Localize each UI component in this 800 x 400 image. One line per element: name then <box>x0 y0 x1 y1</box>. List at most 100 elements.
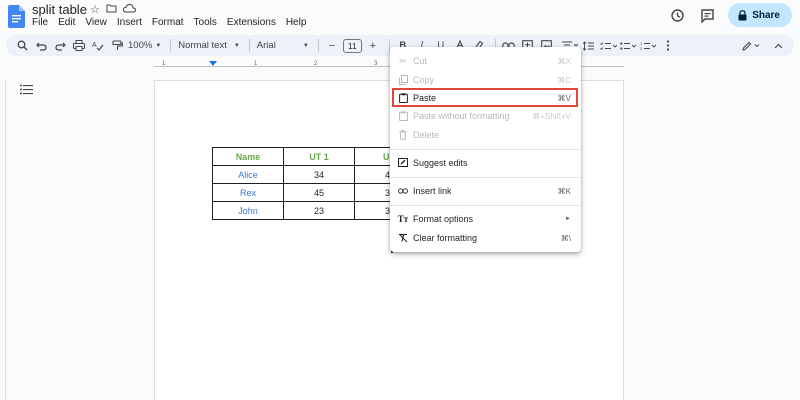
font-dropdown[interactable]: Arial ▼ <box>257 40 309 51</box>
menu-item-label: Cut <box>413 56 428 66</box>
menu-item-copy[interactable]: Copy ⌘C <box>390 71 581 89</box>
clipboard-icon <box>398 93 408 103</box>
document-title[interactable]: split table <box>32 2 87 17</box>
menu-help[interactable]: Help <box>286 17 307 28</box>
paint-format-icon[interactable] <box>109 37 125 55</box>
table-cell[interactable]: 45 <box>283 183 355 202</box>
share-label: Share <box>752 9 780 21</box>
menu-item-clear-formatting[interactable]: Clear formatting ⌘\ <box>390 229 581 247</box>
svg-text:A: A <box>92 42 97 49</box>
zoom-dropdown[interactable]: 100% ▼ <box>128 40 161 51</box>
font-size-input[interactable]: 11 <box>342 38 362 53</box>
menu-item-paste-without-formatting[interactable]: Paste without formatting ⌘+Shift+V <box>390 107 581 125</box>
link-icon <box>398 186 408 196</box>
zoom-value: 100% <box>128 40 153 51</box>
menu-item-shortcut: ⌘X <box>557 56 571 66</box>
comments-icon[interactable] <box>698 6 716 24</box>
cloud-status-icon[interactable] <box>122 3 136 16</box>
table-cell[interactable]: 34 <box>283 165 355 184</box>
context-menu: ✂ Cut ⌘X Copy ⌘C Paste ⌘V Paste without … <box>390 47 581 252</box>
document-outline-icon[interactable] <box>20 84 34 96</box>
increase-font-size-button[interactable]: + <box>365 37 381 55</box>
menu-format[interactable]: Format <box>152 17 184 28</box>
table-cell[interactable]: Alice <box>212 165 284 184</box>
suggest-icon <box>398 158 408 168</box>
menu-item-delete[interactable]: Delete <box>390 126 581 144</box>
table-cell[interactable]: Rex <box>212 183 284 202</box>
scissors-icon: ✂ <box>399 55 407 66</box>
menu-insert[interactable]: Insert <box>117 17 142 28</box>
folder-move-icon[interactable] <box>106 3 117 16</box>
menu-extensions[interactable]: Extensions <box>227 17 276 28</box>
hide-menus-icon[interactable] <box>770 37 786 55</box>
menu-divider <box>390 177 581 178</box>
menu-item-suggest-edits[interactable]: Suggest edits <box>390 154 581 172</box>
line-spacing-icon[interactable] <box>581 37 597 55</box>
menu-tools[interactable]: Tools <box>194 17 217 28</box>
menu-item-label: Clear formatting <box>413 233 478 243</box>
numbered-list-icon[interactable]: 12 <box>640 37 657 55</box>
menu-item-insert-link[interactable]: Insert link ⌘K <box>390 182 581 200</box>
menu-item-label: Delete <box>413 130 440 140</box>
menu-item-shortcut: ⌘\ <box>560 233 571 243</box>
docs-logo-icon[interactable] <box>8 5 25 28</box>
table-cell[interactable]: John <box>212 201 284 220</box>
bulleted-list-icon[interactable] <box>619 37 637 55</box>
menu-item-shortcut: ⌘K <box>557 186 571 196</box>
ruler-number: 1 <box>254 61 258 67</box>
menu-item-label: Insert link <box>413 186 452 196</box>
menu-item-shortcut: ⌘C <box>557 75 571 85</box>
format-icon: Tт <box>397 214 409 224</box>
search-menus-icon[interactable] <box>14 37 30 55</box>
menu-item-shortcut: ⌘+Shift+V <box>532 111 571 121</box>
decrease-font-size-button[interactable]: − <box>324 37 340 55</box>
menu-item-label: Paste <box>413 93 437 103</box>
print-icon[interactable] <box>71 37 87 55</box>
menu-bar: File Edit View Insert Format Tools Exten… <box>32 17 306 28</box>
menu-divider <box>390 205 581 206</box>
star-icon[interactable]: ☆ <box>90 3 100 16</box>
editing-mode-icon[interactable] <box>742 37 762 55</box>
chevron-down-icon: ▼ <box>302 42 309 49</box>
table-cell[interactable]: 23 <box>283 201 355 220</box>
menu-divider <box>390 149 581 150</box>
menu-item-label: Suggest edits <box>413 158 468 168</box>
menu-edit[interactable]: Edit <box>58 17 75 28</box>
menu-item-label: Format options <box>413 214 474 224</box>
copy-icon <box>398 75 408 85</box>
trash-icon <box>398 130 408 140</box>
menu-item-shortcut: ⌘V <box>557 93 571 103</box>
menu-item-label: Paste without formatting <box>413 111 510 121</box>
font-value: Arial <box>256 40 276 51</box>
column-header[interactable]: Name <box>212 147 284 166</box>
history-icon[interactable] <box>668 6 686 24</box>
indent-marker-icon[interactable] <box>209 61 217 66</box>
redo-icon[interactable] <box>52 37 68 55</box>
menu-item-cut[interactable]: ✂ Cut ⌘X <box>390 52 581 70</box>
menu-item-label: Copy <box>413 75 435 85</box>
menu-item-paste[interactable]: Paste ⌘V <box>390 89 581 107</box>
chevron-down-icon: ▼ <box>233 42 240 49</box>
checklist-icon[interactable] <box>599 37 617 55</box>
toolbar-divider <box>170 39 172 52</box>
submenu-arrow-icon: ► <box>565 216 571 222</box>
toolbar-divider <box>248 39 250 52</box>
vertical-ruler[interactable] <box>0 80 6 400</box>
menu-item-format-options[interactable]: Tт Format options ► <box>390 210 581 228</box>
ruler-number: 1 <box>162 61 166 67</box>
column-header[interactable]: UT 1 <box>283 147 355 166</box>
menu-view[interactable]: View <box>85 17 107 28</box>
toolbar-divider <box>317 39 319 52</box>
menu-file[interactable]: File <box>32 17 48 28</box>
title-bar: split table ☆ File Edit View Insert Form… <box>0 0 800 32</box>
style-dropdown[interactable]: Normal text ▼ <box>178 40 240 51</box>
undo-icon[interactable] <box>33 37 49 55</box>
chevron-down-icon: ▼ <box>155 42 162 49</box>
clipboard-plain-icon <box>398 111 408 121</box>
share-button[interactable]: Share <box>728 3 792 27</box>
clear-format-icon <box>398 233 408 243</box>
more-options-icon[interactable] <box>660 37 676 55</box>
style-value: Normal text <box>178 40 227 51</box>
spellcheck-icon[interactable]: A <box>90 37 106 55</box>
ruler-number: 3 <box>374 61 378 67</box>
